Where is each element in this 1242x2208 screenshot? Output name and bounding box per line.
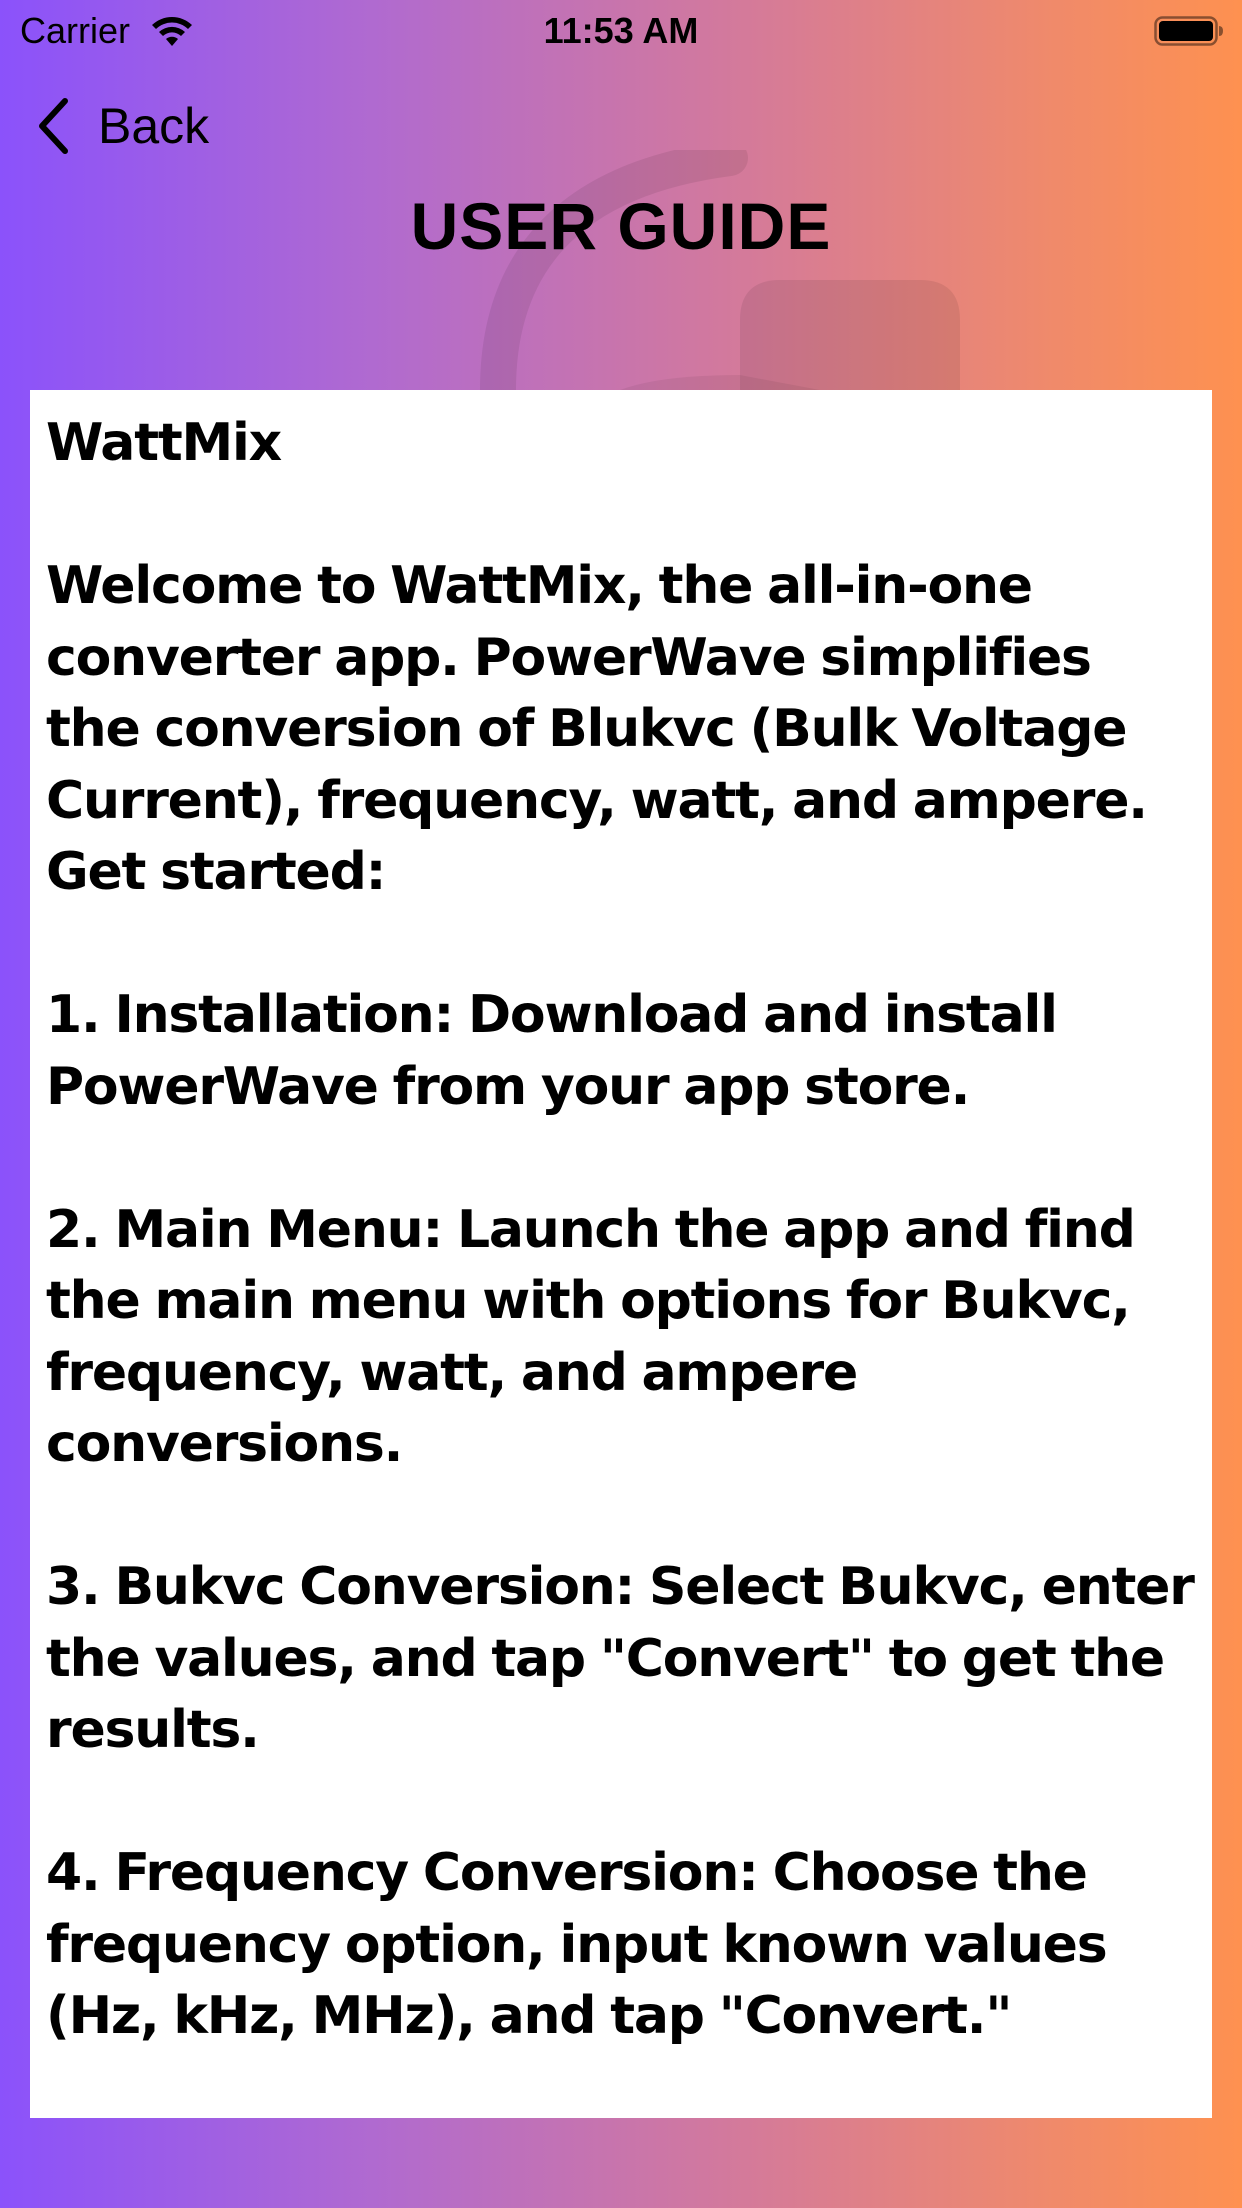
status-time: 11:53 AM bbox=[543, 10, 699, 51]
page-title: USER GUIDE bbox=[410, 189, 832, 263]
back-button[interactable]: Back bbox=[36, 96, 209, 156]
battery-icon bbox=[1154, 16, 1223, 46]
user-guide-text: WattMix Welcome to WattMix, the all-in-o… bbox=[46, 413, 1195, 2046]
back-label: Back bbox=[98, 98, 210, 154]
chevron-left-icon bbox=[39, 98, 68, 154]
user-guide-card: WattMix Welcome to WattMix, the all-in-o… bbox=[30, 390, 1212, 2118]
status-bar: Carrier 11:53 AM bbox=[0, 0, 1242, 60]
